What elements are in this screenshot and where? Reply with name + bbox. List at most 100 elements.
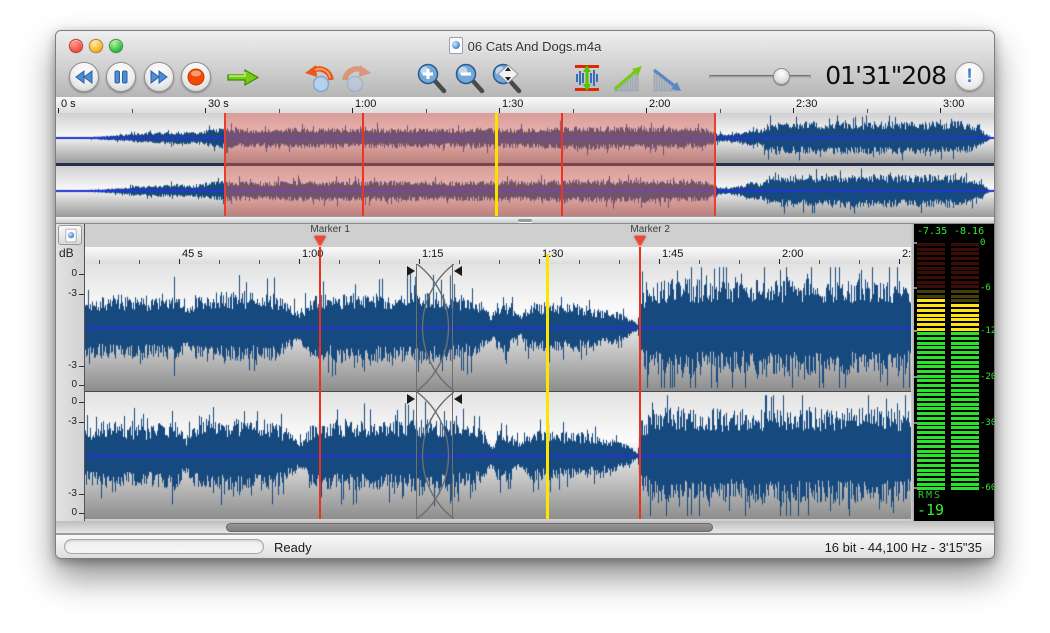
meter-led-segment bbox=[917, 445, 945, 448]
meter-scale-notch bbox=[914, 422, 917, 424]
pause-button[interactable] bbox=[106, 62, 136, 92]
fade-out-button[interactable] bbox=[652, 66, 682, 92]
crossfade-left-handle-ch2[interactable] bbox=[407, 394, 415, 404]
overview-marker2-line[interactable] bbox=[561, 113, 563, 216]
meter-led-segment bbox=[917, 478, 945, 481]
meter-scale-notch bbox=[914, 487, 917, 489]
meter-scale-label: -12 bbox=[980, 326, 994, 336]
db-scale-label: -3 bbox=[68, 416, 77, 427]
meter-led-segment bbox=[951, 412, 979, 415]
ruler-tick-label: 1:30 bbox=[502, 98, 523, 110]
document-icon bbox=[449, 37, 463, 54]
overview-marker1-line[interactable] bbox=[362, 113, 364, 216]
db-scale-tick bbox=[79, 513, 84, 514]
meter-scale-label: -6 bbox=[980, 283, 991, 293]
meter-led-segment bbox=[951, 389, 979, 392]
alert-button[interactable]: ! bbox=[955, 62, 984, 91]
meter-led-segment bbox=[951, 469, 979, 472]
meter-led-segment bbox=[917, 281, 945, 284]
meter-led-segment bbox=[917, 384, 945, 387]
marker2-flag[interactable] bbox=[634, 236, 646, 246]
pane-splitter[interactable] bbox=[56, 216, 994, 224]
meter-led-segment bbox=[917, 304, 945, 307]
waveform-channel-right[interactable] bbox=[85, 392, 911, 519]
meter-led-segment bbox=[917, 450, 945, 453]
meter-scale-label: -20 bbox=[980, 372, 994, 382]
meter-led-segment bbox=[917, 370, 945, 373]
progress-bar bbox=[64, 539, 264, 554]
undo-button[interactable] bbox=[303, 63, 336, 93]
crossfade-widget[interactable] bbox=[416, 264, 453, 519]
meter-led-segment bbox=[951, 445, 979, 448]
marker2-line[interactable] bbox=[639, 247, 641, 519]
meter-led-segment bbox=[951, 398, 979, 401]
meter-led-segment bbox=[951, 342, 979, 345]
meter-led-segment bbox=[917, 426, 945, 429]
meter-led-segment bbox=[951, 328, 979, 331]
crossfade-right-handle-ch2[interactable] bbox=[454, 394, 462, 404]
waveform-pane: Marker 1 Marker 2 45 s1:001:151:301:452:… bbox=[85, 224, 911, 521]
volume-slider-knob[interactable] bbox=[773, 68, 790, 85]
meter-led-segment bbox=[917, 440, 945, 443]
meter-led-segment bbox=[951, 426, 979, 429]
meter-led-segment bbox=[951, 487, 979, 490]
fast-forward-button[interactable] bbox=[144, 62, 174, 92]
zoom-fit-button[interactable] bbox=[490, 62, 524, 94]
meter-led-segment bbox=[917, 483, 945, 486]
fade-in-button[interactable] bbox=[613, 66, 643, 92]
meter-led-segment bbox=[951, 318, 979, 321]
meter-led-segment bbox=[951, 351, 979, 354]
ruler-tick-label: 2:30 bbox=[796, 98, 817, 110]
marker-strip[interactable]: Marker 1 Marker 2 bbox=[85, 224, 911, 247]
go-to-end-button[interactable] bbox=[226, 68, 260, 87]
zoom-vertical-button[interactable] bbox=[573, 64, 601, 92]
level-meter: -7.35 -8.16 0-6-12-20-30-60 RMS -19 bbox=[914, 224, 994, 521]
overview-selection[interactable] bbox=[224, 113, 716, 216]
playhead-line[interactable] bbox=[546, 254, 549, 519]
meter-led-segment bbox=[917, 407, 945, 410]
meter-led-segment bbox=[917, 417, 945, 420]
volume-slider-track[interactable] bbox=[709, 75, 811, 79]
meter-led-segment bbox=[917, 436, 945, 439]
rms-label: RMS bbox=[918, 490, 942, 501]
meter-led-segment bbox=[951, 440, 979, 443]
meter-led-segment bbox=[917, 375, 945, 378]
channel-divider bbox=[85, 391, 911, 392]
meter-led-segment bbox=[917, 365, 945, 368]
record-button[interactable] bbox=[181, 62, 211, 92]
file-proxy-button[interactable] bbox=[58, 225, 82, 245]
meter-led-segment bbox=[951, 454, 979, 457]
main-timeline-ruler[interactable]: 45 s1:001:151:301:452:002:15 bbox=[85, 247, 911, 265]
meter-led-segment bbox=[917, 314, 945, 317]
zoom-in-button[interactable] bbox=[415, 62, 447, 94]
crossfade-right-handle-ch1[interactable] bbox=[454, 266, 462, 276]
meter-led-segment bbox=[917, 389, 945, 392]
zoom-out-button[interactable] bbox=[453, 62, 485, 94]
marker1-flag[interactable] bbox=[314, 236, 326, 246]
redo-button[interactable] bbox=[340, 63, 373, 93]
horizontal-scrollbar[interactable] bbox=[56, 521, 994, 534]
meter-led-segment bbox=[917, 412, 945, 415]
scrollbar-thumb[interactable] bbox=[226, 523, 713, 532]
marker2-label: Marker 2 bbox=[630, 224, 669, 235]
waveform-channel-left[interactable] bbox=[85, 264, 911, 391]
meter-led-segment bbox=[951, 262, 979, 265]
overview-timeline-ruler[interactable]: 0 s30 s1:001:302:002:303:00 bbox=[56, 97, 994, 114]
db-scale-tick bbox=[79, 494, 84, 495]
rewind-button[interactable] bbox=[69, 62, 99, 92]
meter-led-segment bbox=[951, 356, 979, 359]
overview-waveform[interactable] bbox=[56, 113, 994, 216]
meter-led-segment bbox=[917, 328, 945, 331]
crossfade-left-handle-ch1[interactable] bbox=[407, 266, 415, 276]
db-scale-column: dB 0-3-30 0-3-30 bbox=[56, 224, 85, 521]
rms-value: -19 bbox=[917, 501, 944, 519]
overview-playhead[interactable] bbox=[495, 113, 498, 216]
meter-led-segment bbox=[951, 248, 979, 251]
meter-led-segment bbox=[951, 290, 979, 293]
db-scale-tick bbox=[79, 274, 84, 275]
meter-led-segment bbox=[951, 370, 979, 373]
marker1-line[interactable] bbox=[319, 247, 321, 519]
file-proxy-icon bbox=[65, 229, 76, 243]
window-chrome[interactable]: 06 Cats And Dogs.m4a bbox=[56, 31, 994, 98]
ruler-tick-label: 1:45 bbox=[662, 248, 683, 260]
